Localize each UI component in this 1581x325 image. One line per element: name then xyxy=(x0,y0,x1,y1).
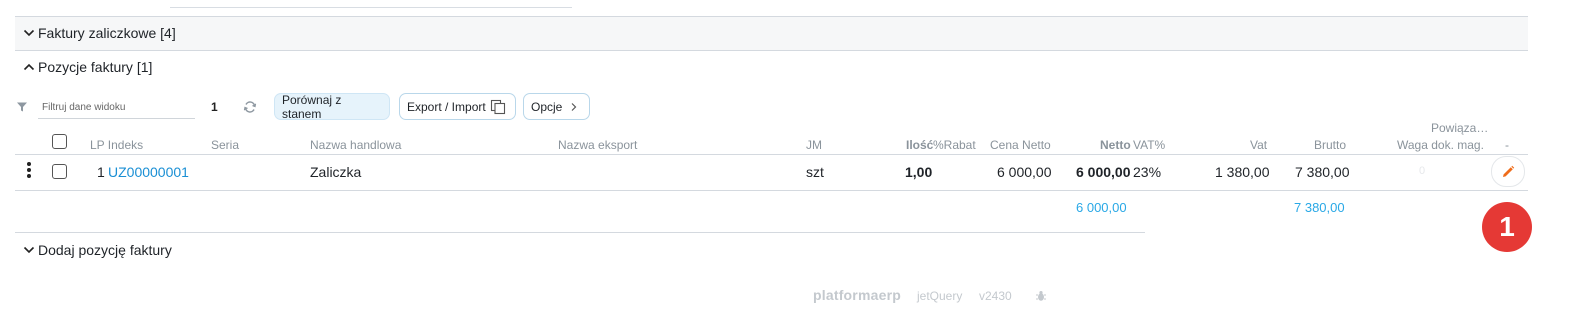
refresh-icon[interactable] xyxy=(243,100,257,114)
step-badge: 1 xyxy=(1482,202,1532,252)
section-title: Pozycje faktury [1] xyxy=(38,59,153,75)
row-doc-weight: 0 xyxy=(1419,165,1426,177)
row-index-link[interactable]: UZ00000001 xyxy=(108,164,189,180)
copy-icon xyxy=(490,99,505,114)
filter-input[interactable] xyxy=(38,97,195,119)
chevron-down-icon xyxy=(23,29,35,37)
export-import-button[interactable]: Export / Import xyxy=(399,93,516,120)
header-trade-name[interactable]: Nazwa handlowa xyxy=(310,138,401,152)
section-title: Dodaj pozycję faktury xyxy=(38,242,172,258)
section-advance-invoices[interactable]: Faktury zaliczkowe [4] xyxy=(15,16,1528,50)
header-discount[interactable]: %Rabat xyxy=(933,138,976,152)
header-quantity[interactable]: Ilość xyxy=(906,138,933,152)
total-net: 6 000,00 xyxy=(1076,200,1127,215)
row-net-price: 6 000,00 xyxy=(997,164,1052,180)
button-label: Porównaj z stanem xyxy=(282,92,342,121)
row-checkbox[interactable] xyxy=(52,164,67,179)
platform-logo: platformaerp xyxy=(813,287,901,303)
row-vat-percent: 23% xyxy=(1133,164,1162,180)
header-divider xyxy=(15,154,1528,155)
row-gross: 7 380,00 xyxy=(1295,164,1350,180)
row-menu-icon[interactable] xyxy=(27,162,31,178)
button-label: Export / Import xyxy=(407,99,486,114)
framework-label: jetQuery xyxy=(917,289,963,303)
section-add-item[interactable]: Dodaj pozycję faktury xyxy=(15,233,615,267)
header-net[interactable]: Netto xyxy=(1100,138,1131,152)
total-gross: 7 380,00 xyxy=(1294,200,1345,215)
record-count: 1 xyxy=(211,100,218,114)
header-vat-percent[interactable]: VAT% xyxy=(1133,138,1165,152)
row-trade-name: Zaliczka xyxy=(310,164,362,180)
top-divider xyxy=(170,7,572,8)
header-gross[interactable]: Brutto xyxy=(1314,138,1346,152)
pencil-icon xyxy=(1503,165,1515,177)
row-net: 6 000,00 xyxy=(1076,164,1131,180)
header-unit[interactable]: JM xyxy=(806,138,822,152)
section-title: Faktury zaliczkowe [4] xyxy=(38,25,176,41)
chevron-right-icon xyxy=(571,102,577,111)
chevron-up-icon xyxy=(23,63,35,71)
version-label: v2430 xyxy=(979,289,1012,303)
options-button[interactable]: Opcje xyxy=(523,93,590,120)
row-quantity: 1,00 xyxy=(905,164,933,180)
section-invoice-items[interactable]: Pozycje faktury [1] xyxy=(15,50,1528,84)
header-lp-index[interactable]: LP Indeks xyxy=(90,138,143,152)
filter-icon[interactable] xyxy=(16,101,28,113)
row-unit: szt xyxy=(806,164,824,180)
row-vat: 1 380,00 xyxy=(1215,164,1270,180)
row-divider xyxy=(15,190,1528,191)
select-all-checkbox[interactable] xyxy=(52,134,67,149)
header-export-name[interactable]: Nazwa eksport xyxy=(558,138,637,152)
header-related[interactable]: Powiąza… xyxy=(1431,121,1488,135)
chevron-down-icon xyxy=(23,246,35,254)
bug-icon[interactable] xyxy=(1035,290,1047,302)
row-lp: 1 xyxy=(97,164,105,180)
header-doc-weight[interactable]: Waga dok. mag. xyxy=(1397,138,1484,152)
header-net-price[interactable]: Cena Netto xyxy=(990,138,1051,152)
compare-with-stock-button[interactable]: Porównaj z stanem xyxy=(274,92,390,121)
edit-button[interactable] xyxy=(1491,156,1525,187)
header-series[interactable]: Seria xyxy=(211,138,239,152)
header-actions: - xyxy=(1505,138,1509,152)
button-label: Opcje xyxy=(531,99,563,114)
header-vat[interactable]: Vat xyxy=(1250,138,1267,152)
